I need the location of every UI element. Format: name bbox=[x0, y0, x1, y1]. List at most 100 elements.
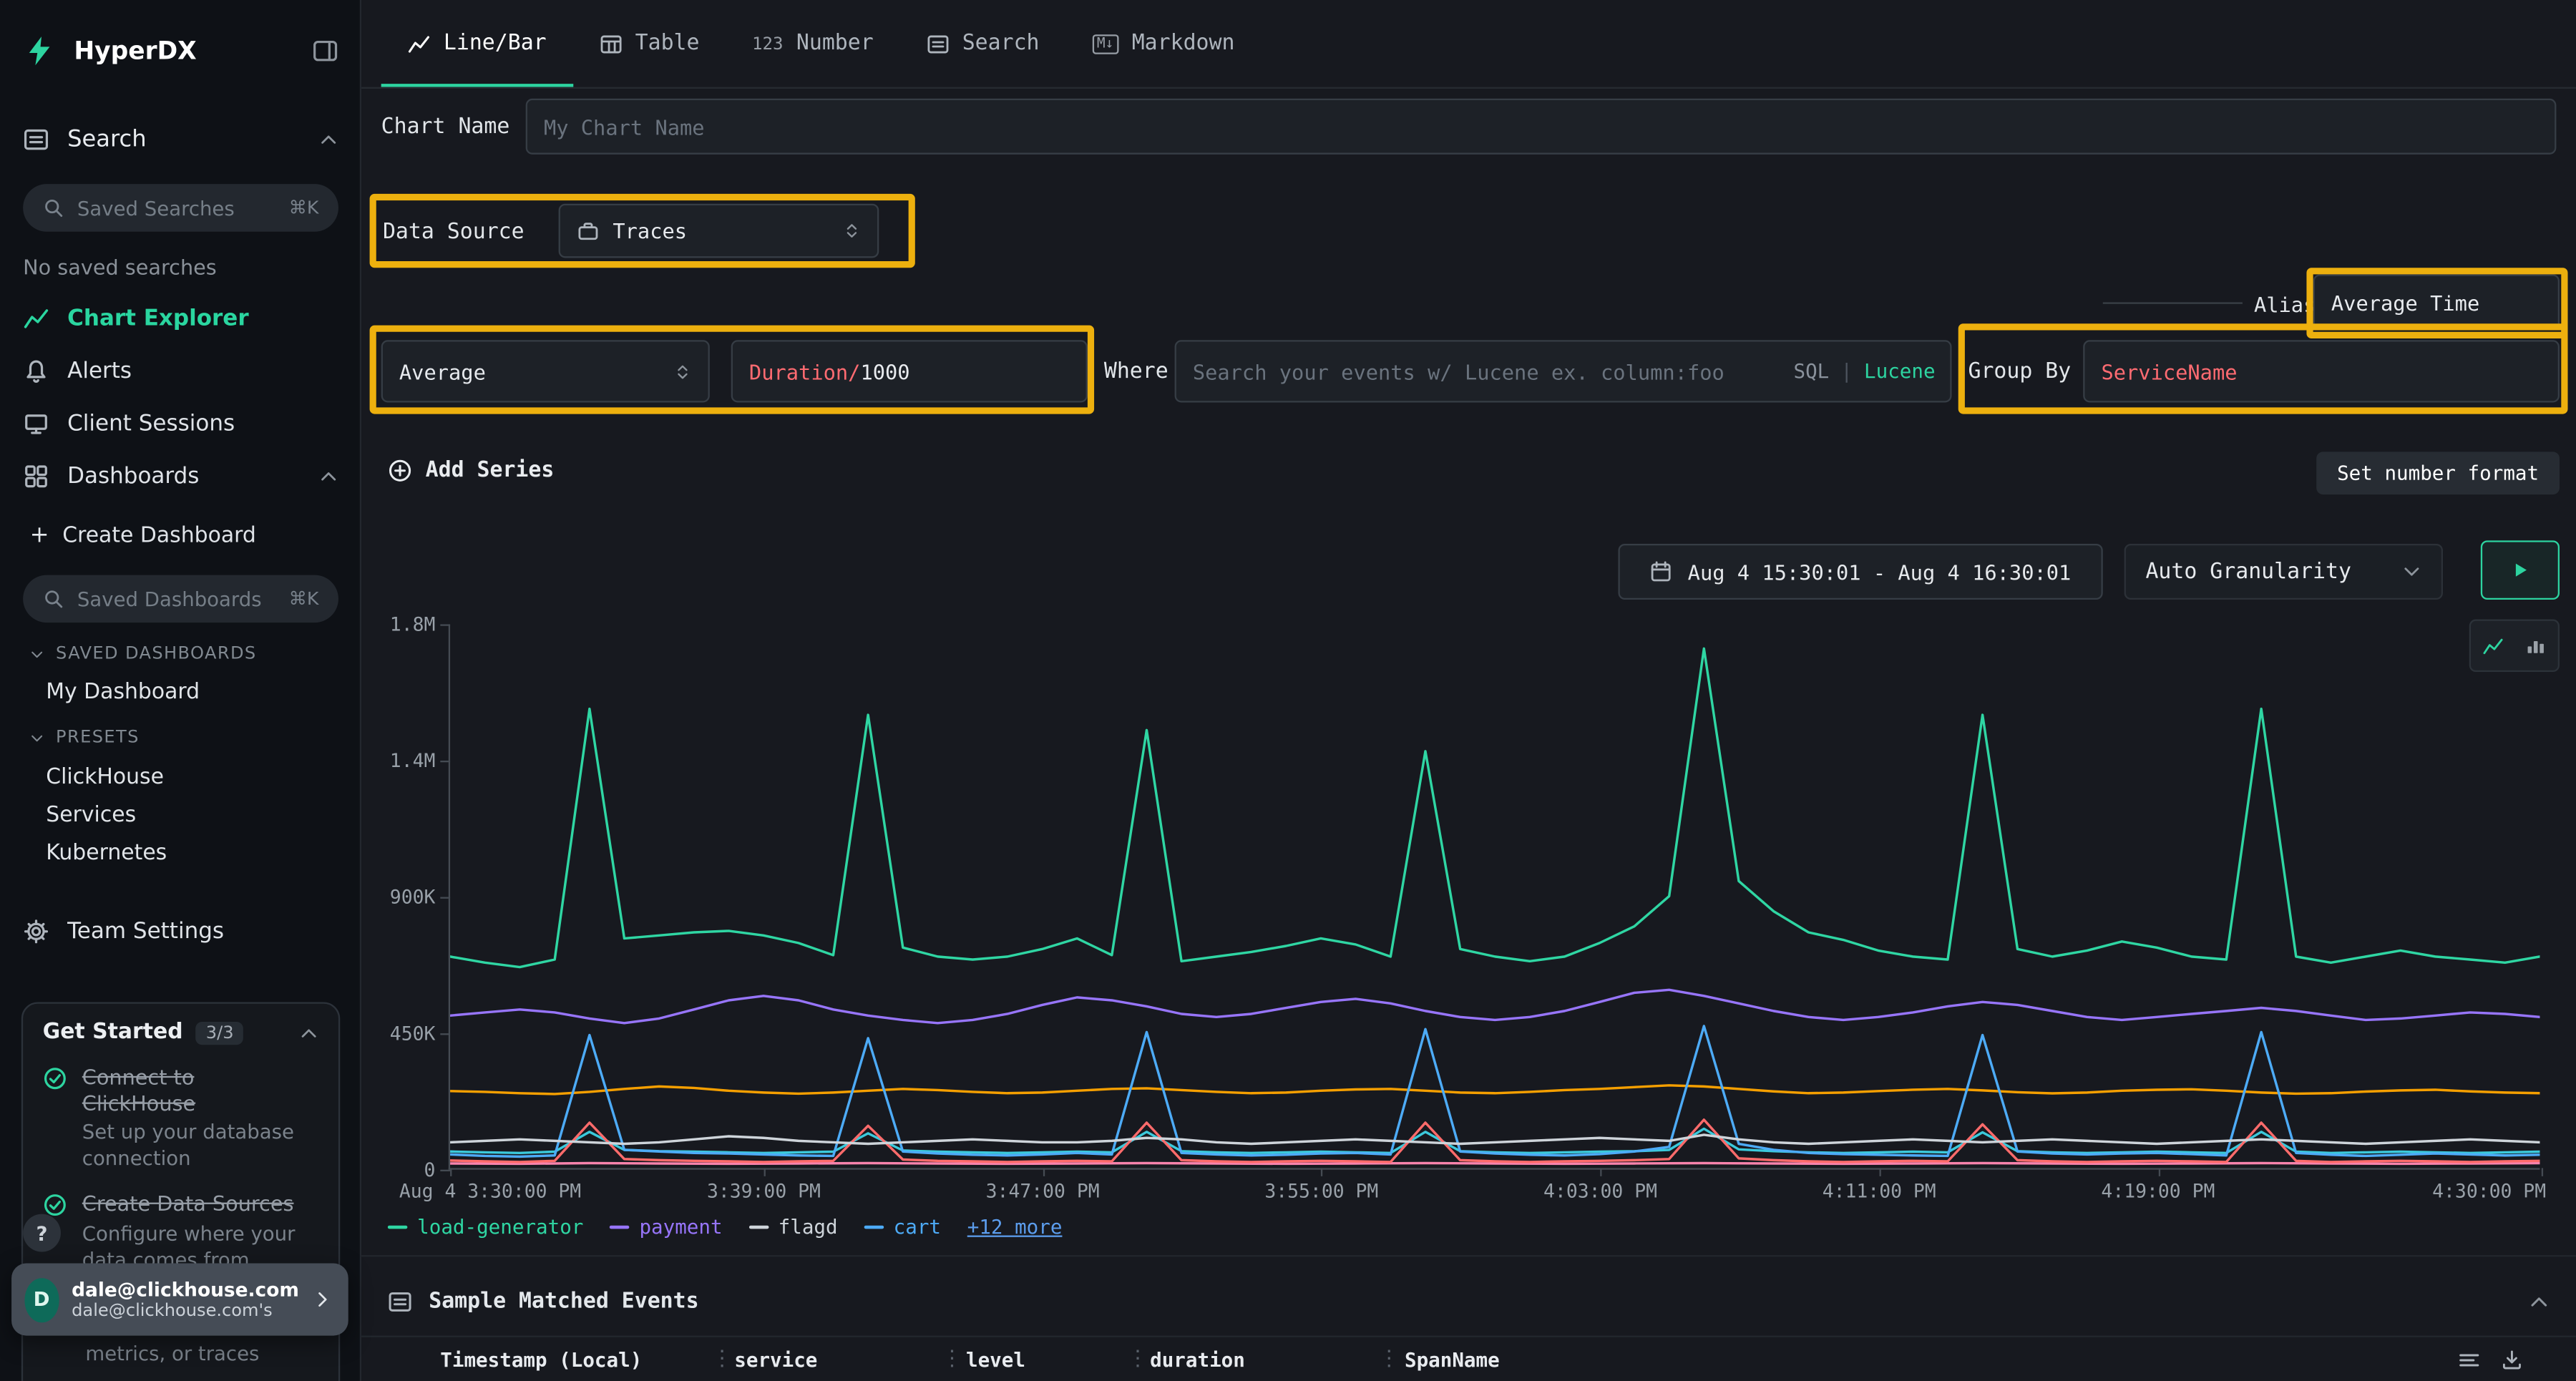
series-line-unlabeled-orange bbox=[450, 1085, 2540, 1094]
sidebar-section-dashboards[interactable]: Dashboards bbox=[0, 459, 361, 495]
chart-name-input[interactable] bbox=[526, 99, 2557, 155]
preset-link: ClickHouse bbox=[46, 765, 164, 789]
legend-item-cart[interactable]: cart bbox=[864, 1216, 941, 1239]
legend-item-load-generator[interactable]: load-generator bbox=[388, 1216, 584, 1239]
plus-circle-icon bbox=[388, 459, 412, 483]
help-button[interactable]: ? bbox=[23, 1214, 61, 1252]
saved-searches-input[interactable]: ⌘K bbox=[23, 184, 338, 232]
tab-label: Table bbox=[635, 31, 700, 56]
search-icon bbox=[43, 588, 64, 610]
sql-toggle[interactable]: SQL bbox=[1793, 360, 1829, 383]
saved-dashboards-field[interactable] bbox=[77, 587, 275, 610]
user-menu[interactable]: D dale@clickhouse.com dale@clickhouse.co… bbox=[11, 1264, 348, 1336]
sample-events-header[interactable]: Sample Matched Events bbox=[361, 1280, 2576, 1323]
column-resize-icon[interactable]: ⋮ bbox=[1127, 1347, 1148, 1372]
tab-label: Search bbox=[962, 31, 1040, 56]
get-started-item[interactable]: Create Data Sources Configure where your… bbox=[43, 1192, 319, 1274]
column-header-spanname[interactable]: SpanName bbox=[1405, 1349, 1500, 1372]
list-icon bbox=[926, 32, 949, 55]
legend-item-payment[interactable]: payment bbox=[610, 1216, 722, 1239]
get-started-item-desc: Set up your database connection bbox=[82, 1121, 312, 1172]
tab-search[interactable]: Search bbox=[899, 0, 1065, 87]
preset-kubernetes[interactable]: Kubernetes bbox=[0, 836, 361, 869]
preset-services[interactable]: Services bbox=[0, 799, 361, 831]
tab-line-bar[interactable]: Line/Bar bbox=[381, 0, 573, 87]
saved-dashboards-input[interactable]: ⌘K bbox=[23, 575, 338, 623]
language-divider: | bbox=[1840, 360, 1853, 383]
x-axis-label: 3:47:00 PM bbox=[986, 1179, 1100, 1202]
x-axis-tick bbox=[450, 1168, 452, 1176]
number-123-icon: 123 bbox=[752, 34, 784, 54]
section-divider bbox=[361, 1255, 2576, 1256]
expression-field[interactable]: Duration/ 1000 bbox=[731, 340, 1088, 402]
column-settings-icon[interactable] bbox=[2458, 1349, 2481, 1372]
y-axis-tick bbox=[440, 897, 450, 899]
granularity-select[interactable]: Auto Granularity bbox=[2124, 544, 2443, 600]
group-by-field[interactable]: ServiceName bbox=[2083, 340, 2560, 402]
briefcase-icon bbox=[577, 220, 600, 243]
data-source-select[interactable]: Traces bbox=[559, 204, 879, 258]
group-saved-dashboards[interactable]: SAVED DASHBOARDS bbox=[0, 640, 361, 667]
date-range-picker[interactable]: Aug 4 15:30:01 - Aug 4 16:30:01 bbox=[1618, 544, 2102, 600]
get-started-header[interactable]: Get Started 3/3 bbox=[43, 1020, 319, 1045]
column-resize-icon[interactable]: ⋮ bbox=[711, 1347, 733, 1372]
sidebar-item-label: Client Sessions bbox=[67, 411, 235, 437]
tab-markdown[interactable]: M↓ Markdown bbox=[1065, 0, 1261, 87]
chart-plot[interactable]: 0450K900K1.4M1.8M Aug 4 3:30:00 PM3:39:0… bbox=[449, 624, 2540, 1169]
tab-number[interactable]: 123 Number bbox=[726, 0, 899, 87]
legend-item-flagd[interactable]: flagd bbox=[748, 1216, 837, 1239]
legend-more-link[interactable]: +12 more bbox=[967, 1216, 1063, 1239]
sidebar-item-chart-explorer[interactable]: Chart Explorer bbox=[0, 301, 361, 337]
column-header-timestamp[interactable]: Timestamp (Local) bbox=[440, 1349, 642, 1372]
saved-searches-field[interactable] bbox=[77, 196, 275, 219]
chevron-up-icon[interactable] bbox=[318, 130, 338, 150]
column-resize-icon[interactable]: ⋮ bbox=[1378, 1347, 1400, 1372]
chevron-up-icon[interactable] bbox=[299, 1023, 319, 1043]
x-axis-label: 4:30:00 PM bbox=[2432, 1179, 2546, 1202]
select-chevrons-icon bbox=[843, 222, 861, 240]
sidebar-item-label: Dashboards bbox=[67, 463, 199, 489]
alias-input[interactable] bbox=[2313, 274, 2560, 330]
y-axis-tick bbox=[440, 1170, 450, 1171]
create-dashboard-button[interactable]: + Create Dashboard bbox=[0, 519, 361, 552]
get-started-item[interactable]: Connect to ClickHouse Set up your databa… bbox=[43, 1065, 319, 1172]
user-subtext: dale@clickhouse.com's bbox=[72, 1302, 299, 1322]
date-range-value: Aug 4 15:30:01 - Aug 4 16:30:01 bbox=[1688, 560, 2072, 584]
group-presets[interactable]: PRESETS bbox=[0, 724, 361, 751]
grid-icon bbox=[23, 463, 49, 489]
lucene-toggle[interactable]: Lucene bbox=[1864, 360, 1936, 383]
column-header-duration[interactable]: duration bbox=[1150, 1349, 1245, 1372]
markdown-icon: M↓ bbox=[1092, 34, 1118, 54]
sidebar-item-team-settings[interactable]: Team Settings bbox=[0, 914, 361, 950]
column-header-level[interactable]: level bbox=[966, 1349, 1025, 1372]
aggregation-select[interactable]: Average bbox=[381, 340, 710, 402]
sidebar-item-client-sessions[interactable]: Client Sessions bbox=[0, 406, 361, 442]
preset-clickhouse[interactable]: ClickHouse bbox=[0, 761, 361, 794]
sidebar-collapse-icon[interactable] bbox=[312, 38, 338, 64]
download-icon[interactable] bbox=[2500, 1349, 2523, 1372]
get-started-badge: 3/3 bbox=[196, 1021, 243, 1044]
x-axis-label: 4:11:00 PM bbox=[1823, 1179, 1936, 1202]
logo-row: HyperDX bbox=[0, 23, 361, 79]
column-resize-icon[interactable]: ⋮ bbox=[942, 1347, 963, 1372]
tab-table[interactable]: Table bbox=[572, 0, 726, 87]
where-label: Where bbox=[1104, 360, 1169, 384]
query-language-toggle: SQL | Lucene bbox=[1793, 340, 1935, 402]
column-header-service[interactable]: service bbox=[734, 1349, 817, 1372]
add-series-button[interactable]: Add Series bbox=[388, 459, 555, 483]
play-icon bbox=[2509, 559, 2532, 582]
tab-label: Markdown bbox=[1132, 31, 1235, 56]
list-icon bbox=[388, 1289, 412, 1313]
set-number-format-button[interactable]: Set number format bbox=[2316, 452, 2560, 494]
data-source-label: Data Source bbox=[383, 220, 525, 245]
sidebar-item-label: Chart Explorer bbox=[67, 306, 248, 332]
chart-explorer-icon bbox=[23, 306, 49, 332]
run-query-button[interactable] bbox=[2481, 540, 2560, 600]
sidebar-item-my-dashboard[interactable]: My Dashboard bbox=[0, 675, 361, 708]
sidebar-section-search[interactable]: Search bbox=[0, 118, 361, 161]
alias-divider bbox=[2103, 302, 2243, 303]
chevron-up-icon[interactable] bbox=[318, 467, 338, 487]
chevron-up-icon[interactable] bbox=[2528, 1290, 2550, 1312]
chevron-right-icon bbox=[312, 1289, 332, 1309]
sidebar-item-alerts[interactable]: Alerts bbox=[0, 353, 361, 390]
